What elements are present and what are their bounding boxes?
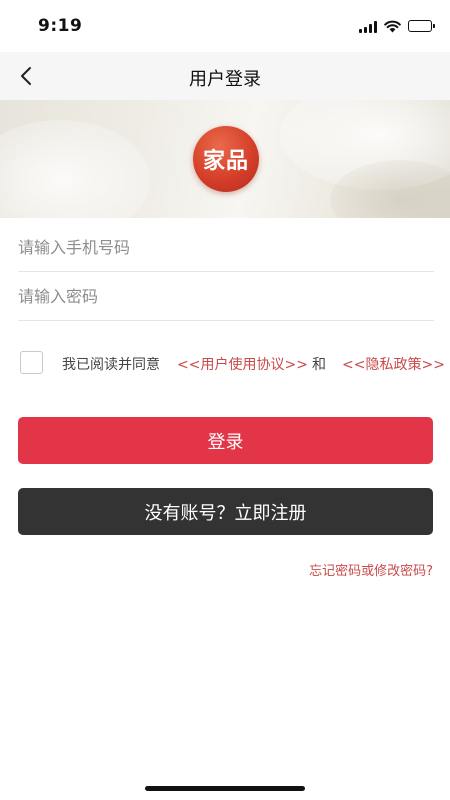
- login-screen: 9:19 用户登录 家品 我已阅读并: [0, 0, 450, 800]
- nav-bar: 用户登录: [0, 52, 450, 100]
- agreement-text: 我已阅读并同意: [62, 357, 160, 373]
- battery-icon: [408, 20, 435, 32]
- forgot-password-link[interactable]: 忘记密码或修改密码?: [309, 560, 433, 579]
- signal-icon: [359, 20, 377, 33]
- status-time: 9:19: [38, 16, 83, 36]
- home-indicator[interactable]: [145, 786, 305, 791]
- register-button[interactable]: 没有账号？立即注册: [18, 488, 433, 535]
- terms-link[interactable]: <<用户使用协议>>: [177, 354, 308, 374]
- login-button-label: 登录: [207, 431, 244, 453]
- wifi-icon: [384, 20, 401, 32]
- phone-field: [18, 224, 434, 272]
- agreement-checkbox[interactable]: [20, 351, 43, 374]
- page-title: 用户登录: [189, 69, 261, 90]
- agreement-and-text: 和: [312, 357, 326, 373]
- register-button-label: 没有账号？立即注册: [144, 502, 307, 524]
- privacy-link[interactable]: <<隐私政策>>: [342, 354, 445, 374]
- agreement-row: 我已阅读并同意 <<用户使用协议>> 和 <<隐私政策>>: [20, 350, 445, 376]
- password-field: [18, 273, 434, 321]
- password-input[interactable]: [18, 273, 434, 320]
- app-logo: 家品: [193, 126, 259, 192]
- login-button[interactable]: 登录: [18, 417, 433, 464]
- status-icons: [359, 18, 435, 34]
- status-bar: 9:19: [0, 0, 450, 52]
- logo-text: 家品: [202, 149, 249, 174]
- phone-input[interactable]: [18, 224, 434, 271]
